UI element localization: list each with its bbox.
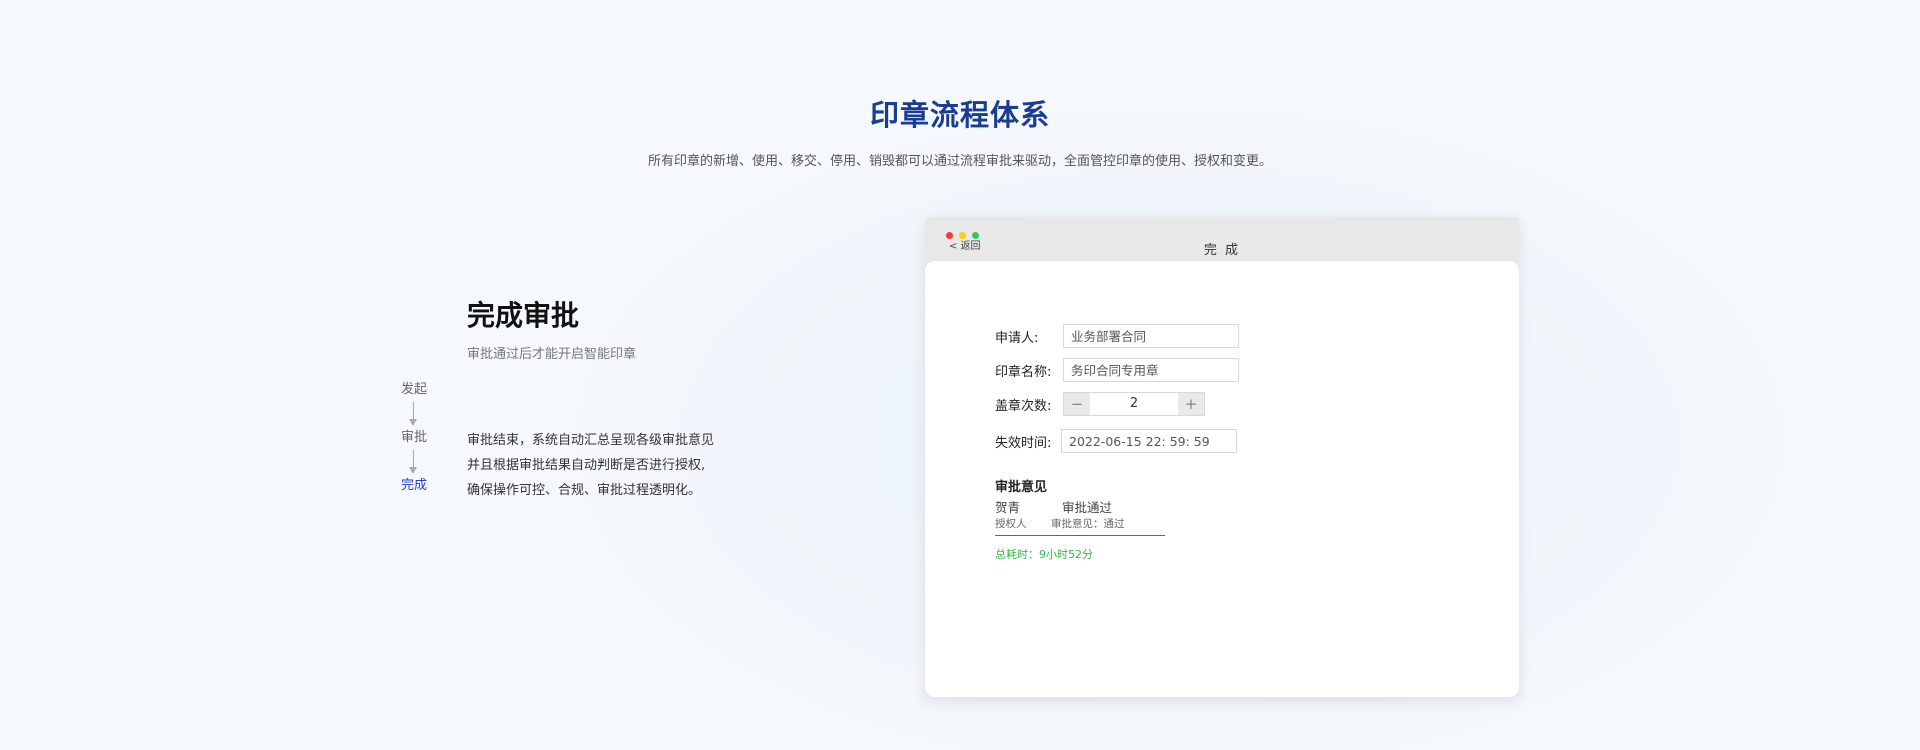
approval-comment: 审批意见：通过 [1051, 518, 1125, 530]
approver-role: 授权人 [995, 518, 1027, 530]
seal-name-field[interactable]: 务印合同专用章 [1063, 358, 1239, 382]
total-duration: 总耗时：9小时52分 [995, 548, 1093, 561]
expiry-field[interactable]: 2022-06-15 22: 59: 59 [1061, 429, 1237, 453]
increment-button[interactable]: + [1178, 393, 1204, 415]
opinion-meta: 授权人 审批意见：通过 [995, 516, 1125, 531]
section-description: 审批结束，系统自动汇总呈现各级审批意见 并且根据审批结果自动判断是否进行授权, … [467, 428, 714, 503]
description-line: 确保操作可控、合规、审批过程透明化。 [467, 483, 702, 498]
opinion-divider [995, 535, 1165, 536]
section-heading: 完成审批 [467, 299, 580, 332]
count-row: 盖章次数: − 2 + [995, 391, 1205, 417]
applicant-field[interactable]: 业务部署合同 [1063, 324, 1239, 348]
process-flow: 发起 审批 完成 [390, 380, 438, 496]
approval-result: 审批通过 [1062, 500, 1113, 515]
approver-name: 贺青 [995, 500, 1021, 515]
description-line: 审批结束，系统自动汇总呈现各级审批意见 [467, 433, 715, 448]
flow-arrow-down-icon [390, 400, 438, 428]
opinion-title: 审批意见 [995, 480, 1048, 495]
flow-step-approve: 审批 [400, 430, 427, 445]
app-window: < 返回 完 成 申请人: 业务部署合同 印章名称: 务印合同专用章 盖章次数:… [925, 217, 1519, 697]
count-stepper: − 2 + [1063, 392, 1205, 416]
page-subtitle: 所有印章的新增、使用、移交、停用、销毁都可以通过流程审批来驱动，全面管控印章的使… [647, 154, 1272, 169]
applicant-label: 申请人: [995, 330, 1039, 346]
count-label: 盖章次数: [995, 398, 1052, 414]
page-title: 印章流程体系 [869, 98, 1050, 132]
seal-name-row: 印章名称: 务印合同专用章 [995, 357, 1239, 383]
expiry-row: 失效时间: 2022-06-15 22: 59: 59 [995, 428, 1237, 454]
description-line: 并且根据审批结果自动判断是否进行授权, [467, 458, 706, 473]
count-value[interactable]: 2 [1090, 393, 1178, 415]
flow-arrow-down-icon [390, 448, 438, 476]
approval-panel: 申请人: 业务部署合同 印章名称: 务印合同专用章 盖章次数: − 2 + 失效… [925, 261, 1519, 697]
expiry-label: 失效时间: [995, 435, 1052, 451]
seal-name-label: 印章名称: [995, 364, 1052, 380]
opinion-names: 贺青 审批通过 [995, 497, 1112, 516]
applicant-row: 申请人: 业务部署合同 [995, 323, 1239, 349]
window-title: 完 成 [1203, 243, 1241, 258]
section-subheading: 审批通过后才能开启智能印章 [467, 347, 637, 362]
flow-step-initiate: 发起 [400, 382, 427, 397]
flow-step-complete: 完成 [400, 478, 427, 493]
decrement-button[interactable]: − [1064, 393, 1090, 415]
